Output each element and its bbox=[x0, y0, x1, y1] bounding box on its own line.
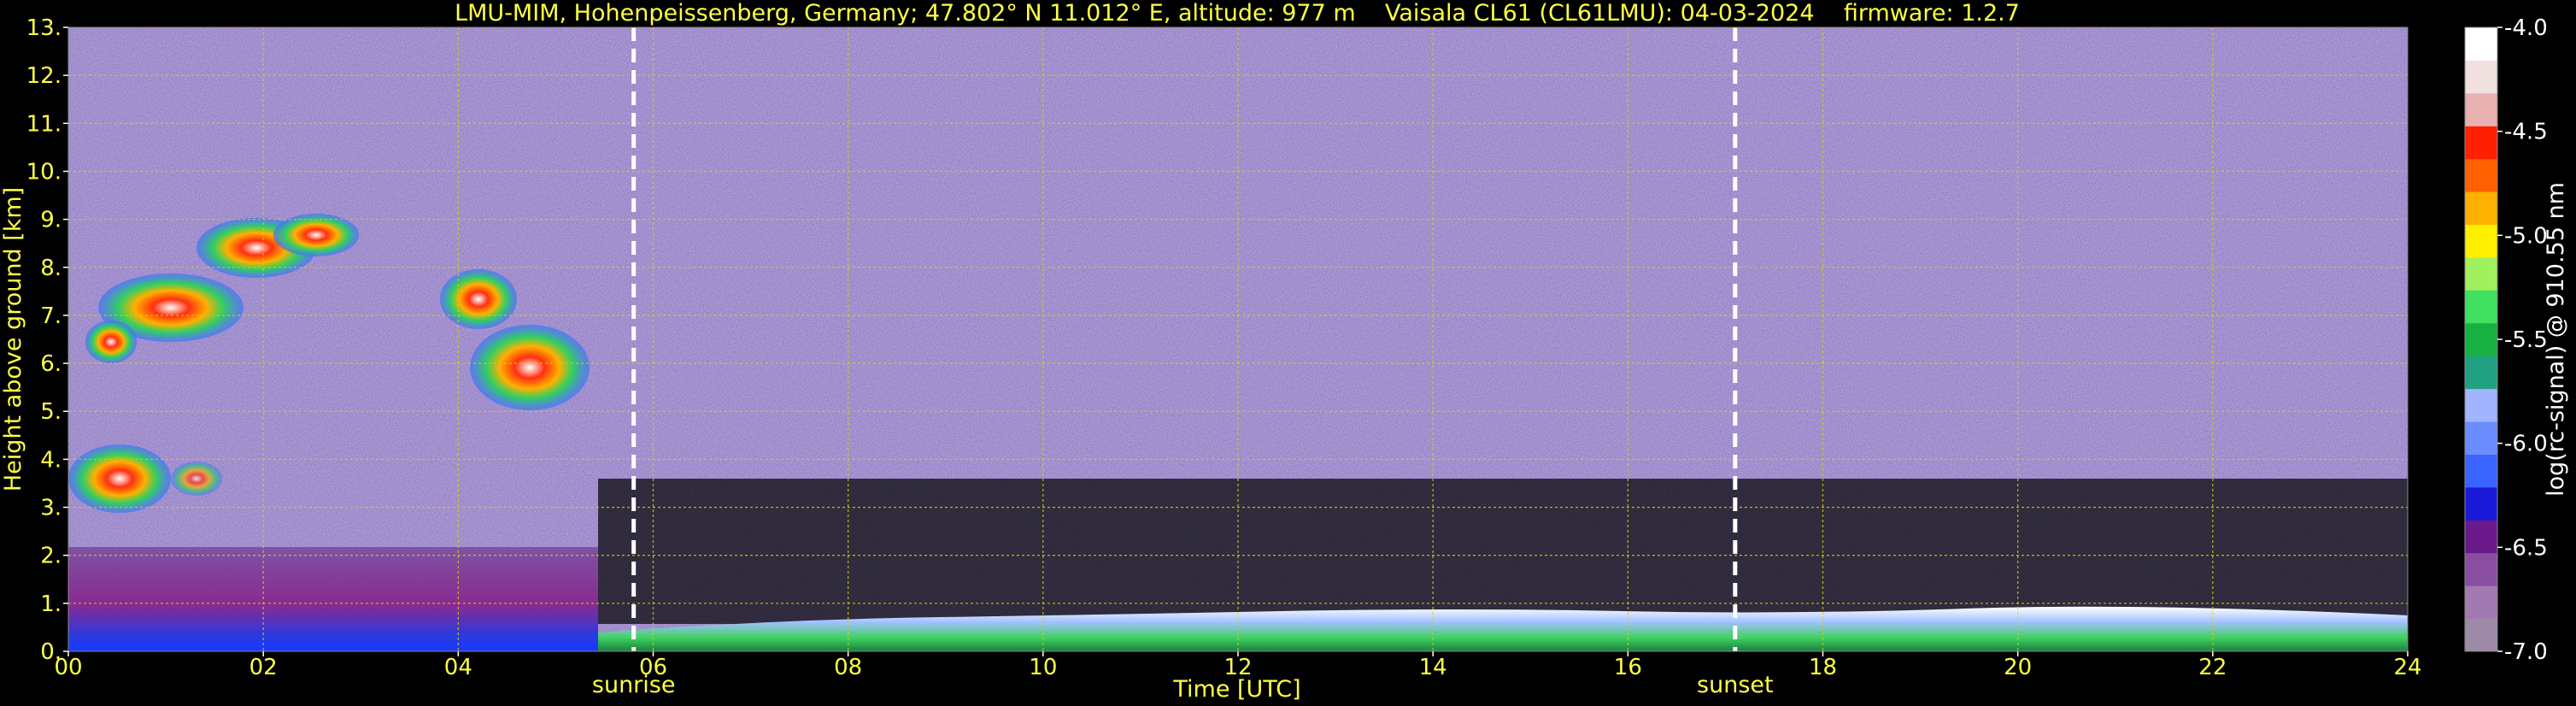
cloud-blob bbox=[68, 444, 171, 513]
colorbar-swatch bbox=[2465, 158, 2497, 192]
colorbar-swatch bbox=[2465, 618, 2497, 652]
cloud-blob bbox=[171, 462, 222, 496]
y-tick-label: 4. bbox=[40, 447, 62, 473]
x-axis-label: Time [UTC] bbox=[1172, 676, 1300, 703]
x-tick-label: 10 bbox=[1029, 655, 1057, 680]
x-tick-label: 20 bbox=[2004, 655, 2032, 680]
colorbar-tick-label: -5.5 bbox=[2504, 327, 2548, 353]
colorbar-tick-label: -7.0 bbox=[2504, 639, 2548, 665]
x-tick-label: 06 bbox=[639, 655, 667, 680]
y-axis-label: Height above ground [km] bbox=[0, 187, 26, 491]
y-tick-label: 10. bbox=[26, 159, 62, 185]
colorbar-swatch bbox=[2465, 92, 2497, 126]
colorbar-swatch bbox=[2465, 290, 2497, 324]
colorbar-swatch bbox=[2465, 60, 2497, 94]
x-tick-label: 04 bbox=[444, 655, 472, 680]
x-tick-label: 14 bbox=[1419, 655, 1447, 680]
y-tick-label: 3. bbox=[40, 496, 62, 521]
y-tick-label: 9. bbox=[40, 208, 62, 233]
cloud-blob bbox=[85, 321, 137, 363]
colorbar-swatch bbox=[2465, 421, 2497, 455]
colorbar-label: log(rc-signal) @ 910.55 nm bbox=[2543, 182, 2569, 497]
cloud-blob bbox=[440, 269, 517, 329]
x-tick-label: 18 bbox=[1809, 655, 1837, 680]
colorbar-swatch bbox=[2465, 126, 2497, 160]
y-tick-label: 12. bbox=[26, 63, 62, 89]
colorbar-tick-label: -6.0 bbox=[2504, 432, 2548, 457]
chart-title: LMU-MIM, Hohenpeissenberg, Germany; 47.8… bbox=[455, 0, 2020, 26]
colorbar-swatch bbox=[2465, 388, 2497, 422]
y-tick-label: 11. bbox=[26, 111, 62, 137]
y-tick-label: 13. bbox=[26, 15, 62, 41]
colorbar-swatch bbox=[2465, 486, 2497, 521]
colorbar-swatch bbox=[2465, 256, 2497, 291]
y-tick-label: 0. bbox=[40, 639, 62, 665]
marker-label-sunset: sunset bbox=[1697, 672, 1774, 698]
y-tick-label: 7. bbox=[40, 303, 62, 329]
colorbar-swatch bbox=[2465, 552, 2497, 586]
y-tick-labels: 0. 1. 2. 3. 4. 5. 6. 7. 8. 9. 10. 11. 12. 13. bbox=[26, 15, 68, 665]
y-tick-label: 5. bbox=[40, 399, 62, 425]
y-tick-label: 8. bbox=[40, 256, 62, 281]
colorbar-swatch bbox=[2465, 585, 2497, 620]
boundary-layer-night bbox=[68, 547, 598, 651]
y-tick-label: 1. bbox=[40, 591, 62, 617]
x-tick-label: 24 bbox=[2393, 655, 2421, 680]
cloud-blob bbox=[273, 214, 359, 256]
colorbar-swatches bbox=[2465, 27, 2497, 652]
clear-air-region bbox=[598, 479, 2408, 624]
x-tick-label: 16 bbox=[1614, 655, 1642, 680]
colorbar-tick-label: -4.0 bbox=[2504, 15, 2548, 41]
colorbar-swatch bbox=[2465, 191, 2497, 226]
colorbar-ticks: -4.0 -4.5 -5.0 -5.5 -6.0 -6.5 -7.0 bbox=[2497, 15, 2548, 665]
colorbar-tick-label: -5.0 bbox=[2504, 223, 2548, 249]
x-tick-label: 08 bbox=[834, 655, 862, 680]
x-tick-label: 02 bbox=[249, 655, 278, 680]
ceilometer-chart: sunrise sunset 00 02 04 06 08 10 12 14 16 18 20 22 24… bbox=[0, 0, 2569, 703]
colorbar: -4.0 -4.5 -5.0 -5.5 -6.0 -6.5 -7.0 log(rc-sign… bbox=[2464, 15, 2569, 665]
colorbar-swatch bbox=[2465, 356, 2497, 390]
y-tick-label: 6. bbox=[40, 351, 62, 377]
x-tick-label: 22 bbox=[2198, 655, 2227, 680]
colorbar-swatch bbox=[2465, 27, 2497, 61]
colorbar-swatch bbox=[2465, 454, 2497, 488]
colorbar-tick-label: -4.5 bbox=[2504, 120, 2548, 145]
y-tick-label: 2. bbox=[40, 544, 62, 569]
colorbar-swatch bbox=[2465, 520, 2497, 554]
cloud-blob bbox=[470, 325, 590, 410]
colorbar-tick-label: -6.5 bbox=[2504, 535, 2548, 561]
colorbar-swatch bbox=[2465, 224, 2497, 258]
colorbar-swatch bbox=[2465, 322, 2497, 356]
